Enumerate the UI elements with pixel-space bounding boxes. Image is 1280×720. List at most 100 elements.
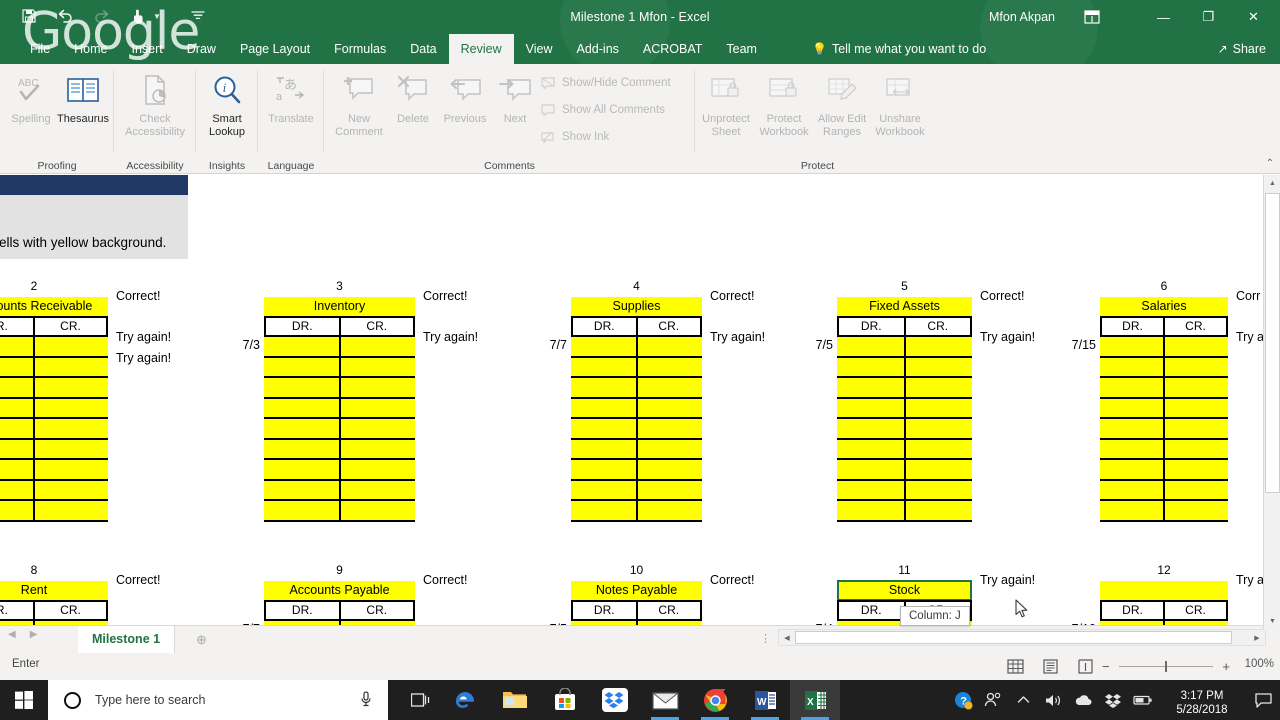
entry-cell[interactable] — [905, 378, 972, 397]
t-account-title-cell[interactable]: Accounts Receivable — [0, 297, 108, 316]
ribbon-tab-draw[interactable]: Draw — [175, 34, 228, 64]
ribbon-display-options[interactable] — [1084, 0, 1100, 34]
action-center-icon[interactable] — [1246, 692, 1280, 708]
t-account-title-cell[interactable]: Supplies — [571, 297, 702, 316]
horizontal-scrollbar[interactable]: ◀ ▶ — [778, 629, 1266, 646]
entry-cell[interactable] — [637, 337, 702, 356]
show-ink-button[interactable]: Show Ink — [540, 130, 609, 144]
column-header-cr[interactable]: CR. — [341, 318, 414, 335]
normal-view-icon[interactable] — [1006, 657, 1025, 676]
entry-cell[interactable] — [1100, 398, 1165, 417]
column-header-dr[interactable]: DR. — [573, 602, 638, 619]
worksheet-grid[interactable]: ells with yellow background. 2 Accounts R… — [0, 175, 1280, 630]
entry-cell[interactable] — [571, 398, 638, 417]
protect-workbook-button[interactable]: Protect Workbook — [755, 70, 813, 138]
entry-cell[interactable] — [0, 480, 35, 499]
entry-cell[interactable] — [340, 460, 415, 479]
entry-cell[interactable] — [637, 501, 702, 520]
entry-cell[interactable] — [264, 337, 341, 356]
entry-cell[interactable] — [1165, 480, 1228, 499]
ribbon-tab-formulas[interactable]: Formulas — [322, 34, 398, 64]
entry-cell[interactable] — [1100, 460, 1165, 479]
entry-cell[interactable] — [35, 357, 108, 376]
entry-cell[interactable] — [1100, 337, 1165, 356]
entry-cell[interactable] — [1165, 460, 1228, 479]
t-account-title-cell[interactable]: Fixed Assets — [837, 297, 972, 316]
vertical-scroll-thumb[interactable] — [1265, 193, 1280, 493]
column-header-cr[interactable]: CR. — [638, 602, 701, 619]
entry-cell[interactable] — [1100, 501, 1165, 520]
horizontal-scroll-thumb[interactable] — [795, 631, 1232, 644]
entry-cell[interactable] — [837, 337, 906, 356]
share-button[interactable]: ↗ Share — [1218, 34, 1266, 64]
vertical-scrollbar[interactable]: ▲ ▼ — [1263, 175, 1280, 630]
entry-cell[interactable] — [0, 439, 35, 458]
ribbon-tab-home[interactable]: Home — [62, 34, 119, 64]
zoom-in-button[interactable]: + — [1222, 659, 1230, 674]
show-all-comments-button[interactable]: Show All Comments — [540, 103, 665, 117]
entry-cell[interactable] — [1100, 480, 1165, 499]
entry-cell[interactable] — [1165, 357, 1228, 376]
column-header-dr[interactable]: DR. — [266, 602, 341, 619]
smart-lookup-button[interactable]: i Smart Lookup — [196, 70, 258, 138]
taskbar-dropbox-icon[interactable] — [590, 680, 640, 720]
dropbox-tray-icon[interactable] — [1098, 680, 1128, 720]
zoom-percentage[interactable]: 100% — [1245, 658, 1274, 670]
ribbon-tab-view[interactable]: View — [514, 34, 565, 64]
column-header-dr[interactable]: DR. — [1102, 318, 1165, 335]
task-view-icon[interactable] — [396, 680, 446, 720]
entry-cell[interactable] — [35, 337, 108, 356]
taskbar-clock[interactable]: 3:17 PM 5/28/2018 — [1158, 683, 1246, 717]
entry-cell[interactable] — [837, 378, 906, 397]
column-header-cr[interactable]: CR. — [35, 602, 106, 619]
entry-cell[interactable] — [571, 439, 638, 458]
entry-cell[interactable] — [637, 357, 702, 376]
entry-cell[interactable] — [35, 460, 108, 479]
entry-cell[interactable] — [35, 398, 108, 417]
entry-cell[interactable] — [1100, 378, 1165, 397]
ribbon-tab-acrobat[interactable]: ACROBAT — [631, 34, 715, 64]
taskbar-chrome-icon[interactable] — [690, 680, 740, 720]
entry-cell[interactable] — [35, 501, 108, 520]
column-header-cr[interactable]: CR. — [906, 318, 971, 335]
entry-cell[interactable] — [0, 501, 35, 520]
scroll-up-arrow[interactable]: ▲ — [1264, 175, 1280, 192]
ribbon-tab-page-layout[interactable]: Page Layout — [228, 34, 322, 64]
entry-cell[interactable] — [0, 419, 35, 438]
entry-cell[interactable] — [837, 480, 906, 499]
zoom-knob[interactable] — [1165, 661, 1167, 672]
t-account-title-cell[interactable]: Inventory — [264, 297, 415, 316]
t-account-title-cell[interactable]: Accounts Payable — [264, 581, 415, 600]
entry-cell[interactable] — [1165, 501, 1228, 520]
people-icon[interactable] — [978, 680, 1008, 720]
ribbon-tab-file[interactable]: File — [18, 34, 62, 64]
tell-me-box[interactable]: 💡 Tell me what you want to do — [812, 34, 986, 64]
taskbar-file-explorer-icon[interactable] — [490, 680, 540, 720]
t-account-title-cell[interactable] — [1100, 581, 1228, 600]
sheet-prev-arrow[interactable]: ◀ — [8, 629, 16, 640]
entry-cell[interactable] — [637, 378, 702, 397]
scroll-down-arrow[interactable]: ▼ — [1264, 613, 1280, 630]
entry-cell[interactable] — [837, 460, 906, 479]
new-comment-button[interactable]: New Comment — [328, 70, 390, 138]
entry-cell[interactable] — [0, 357, 35, 376]
t-account-title-cell[interactable]: Notes Payable — [571, 581, 702, 600]
entry-cell[interactable] — [837, 501, 906, 520]
entry-cell[interactable] — [35, 480, 108, 499]
t-account-title-cell[interactable]: Salaries — [1100, 297, 1228, 316]
ribbon-tab-add-ins[interactable]: Add-ins — [565, 34, 631, 64]
add-sheet-button[interactable]: ⊕ — [196, 632, 207, 648]
column-header-dr[interactable]: DR. — [839, 318, 906, 335]
minimize-button[interactable]: — — [1141, 0, 1186, 34]
taskbar-edge-icon[interactable] — [440, 680, 490, 720]
entry-cell[interactable] — [571, 357, 638, 376]
entry-cell[interactable] — [340, 378, 415, 397]
column-header-dr[interactable]: DR. — [839, 602, 906, 619]
column-header-cr[interactable]: CR. — [638, 318, 701, 335]
page-break-preview-icon[interactable] — [1076, 657, 1095, 676]
ribbon-tab-review[interactable]: Review — [448, 34, 514, 64]
entry-cell[interactable] — [340, 357, 415, 376]
column-header-dr[interactable]: DR. — [0, 602, 35, 619]
column-header-cr[interactable]: CR. — [341, 602, 414, 619]
restore-button[interactable]: ❐ — [1186, 0, 1231, 34]
